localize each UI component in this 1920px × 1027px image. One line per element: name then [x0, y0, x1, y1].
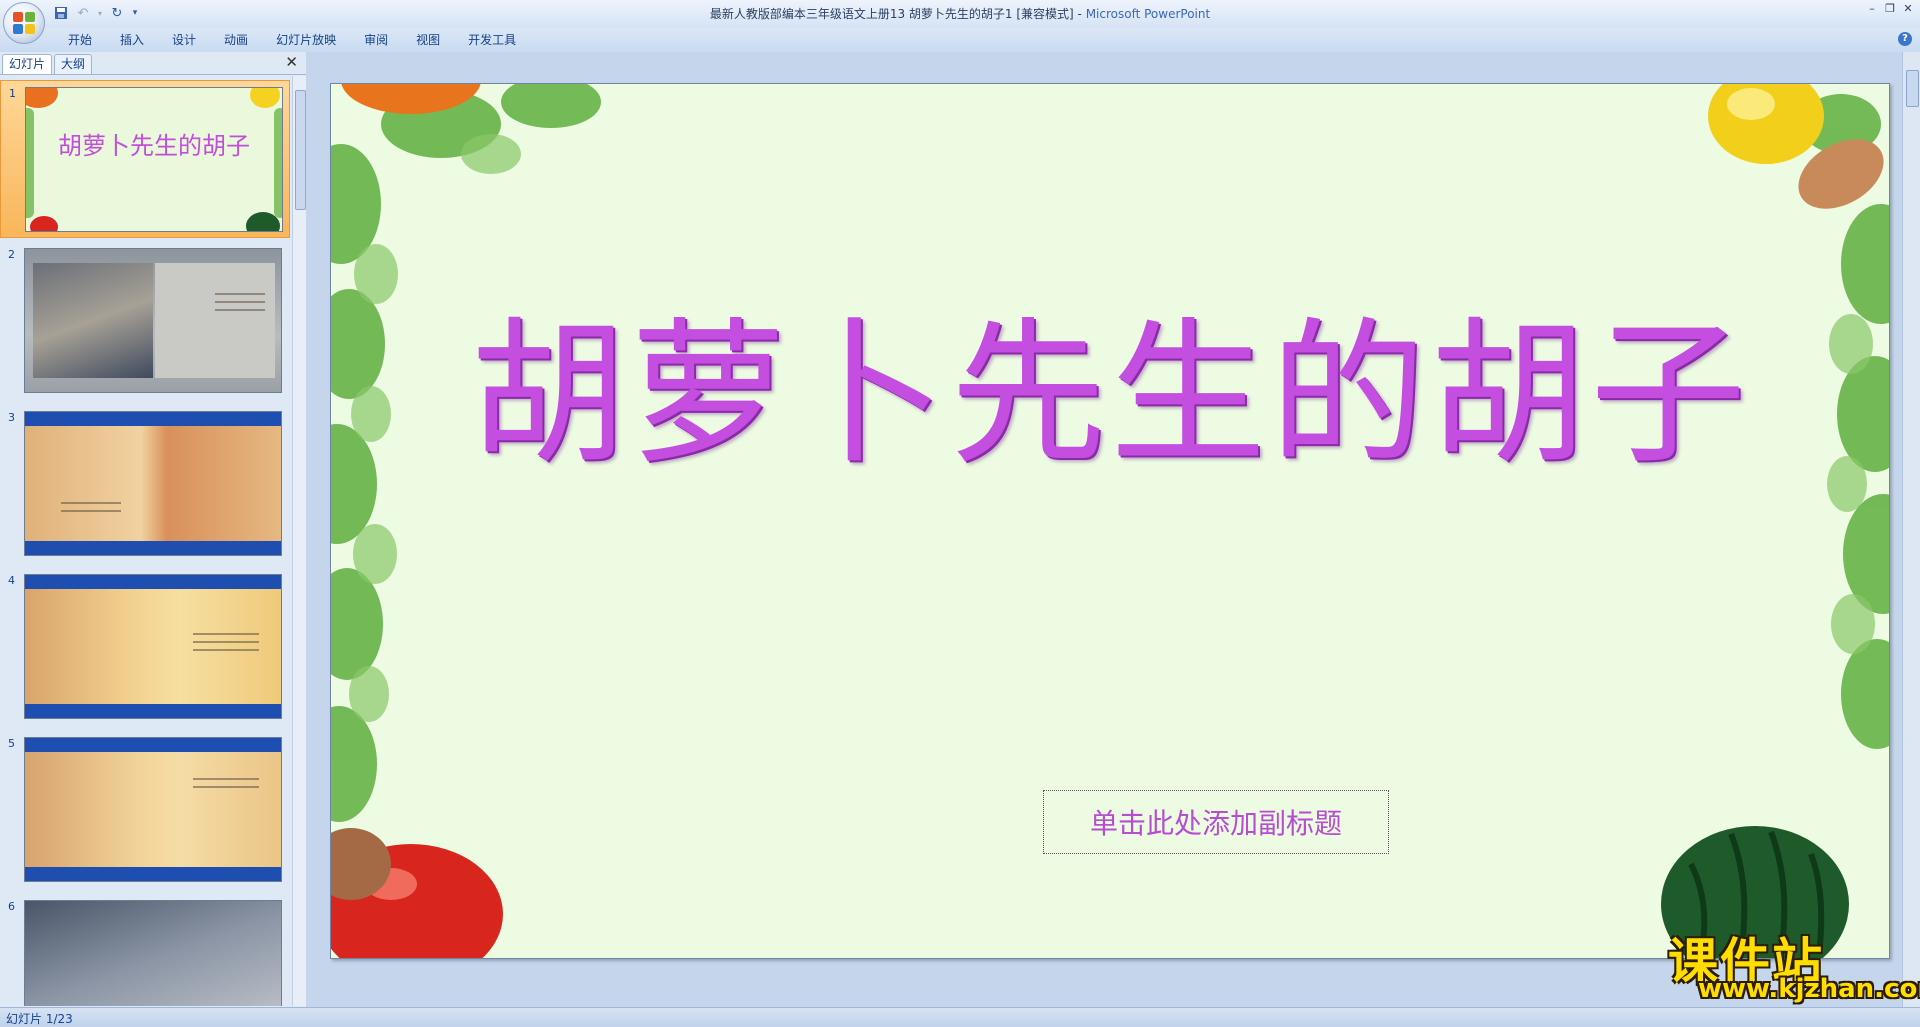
thumbnail-scrollbar[interactable]	[292, 76, 307, 1006]
slide-title[interactable]: 胡萝卜先生的胡子	[331, 304, 1889, 484]
text-line	[193, 786, 259, 788]
slide-number: 2	[8, 248, 15, 261]
title-separator: -	[1073, 7, 1086, 21]
watermark-logo: 课件站 www.kjzhan.com	[1668, 922, 1920, 1004]
current-slide[interactable]: 胡萝卜先生的胡子 单击此处添加副标题	[330, 83, 1890, 959]
slide-2-preview	[24, 248, 282, 393]
illustration-spread	[25, 589, 281, 704]
slide-4-preview	[24, 574, 282, 719]
window-title: 最新人教版部编本三年级语文上册13 胡萝卜先生的胡子1 [兼容模式] - Mic…	[0, 5, 1920, 22]
text-line	[61, 510, 121, 512]
tab-review[interactable]: 审阅	[350, 31, 402, 49]
tab-home[interactable]: 开始	[54, 31, 106, 49]
slide-thumbnail-6[interactable]: 6	[0, 894, 290, 1006]
text-line	[215, 301, 265, 303]
tab-animations[interactable]: 动画	[210, 31, 262, 49]
slide-editing-area: 胡萝卜先生的胡子 单击此处添加副标题	[306, 52, 1902, 1007]
tab-insert[interactable]: 插入	[106, 31, 158, 49]
tab-slides[interactable]: 幻灯片	[2, 54, 53, 74]
apple-decoration	[30, 216, 58, 231]
help-icon[interactable]: ?	[1898, 32, 1912, 46]
ribbon-tab-bar: 开始 插入 设计 动画 幻灯片放映 审阅 视图 开发工具 ?	[0, 28, 1920, 53]
illustration-spread	[25, 752, 281, 867]
right-leaves-decoration	[274, 108, 282, 218]
tab-view[interactable]: 视图	[402, 31, 454, 49]
subtitle-placeholder[interactable]: 单击此处添加副标题	[1043, 790, 1389, 854]
restore-icon[interactable]: ❐	[1882, 2, 1898, 16]
office-button[interactable]	[3, 2, 45, 44]
ribbon-tabs: 开始 插入 设计 动画 幻灯片放映 审阅 视图 开发工具	[54, 31, 530, 49]
minimize-icon[interactable]: –	[1864, 2, 1880, 16]
text-page	[155, 263, 275, 378]
tab-slideshow[interactable]: 幻灯片放映	[262, 31, 350, 49]
text-line	[193, 778, 259, 780]
slide-vertical-scrollbar[interactable]	[1902, 52, 1920, 1007]
slide-thumbnail-3[interactable]: 3	[0, 405, 290, 563]
slide-1-preview: 胡萝卜先生的胡子	[25, 87, 283, 232]
tab-outline[interactable]: 大纲	[54, 54, 93, 74]
watermelon-decoration	[246, 212, 280, 231]
slide-thumbnail-1[interactable]: 1 胡萝卜先生的胡子	[0, 80, 290, 238]
slide-3-preview	[24, 411, 282, 556]
document-title: 最新人教版部编本三年级语文上册13 胡萝卜先生的胡子1 [兼容模式]	[709, 7, 1074, 21]
slide-counter: 幻灯片 1/23	[6, 1012, 73, 1026]
status-bar: 幻灯片 1/23	[0, 1007, 1920, 1026]
close-window-icon[interactable]: ✕	[1900, 2, 1916, 16]
text-line	[215, 309, 265, 311]
lemon-decoration	[250, 88, 280, 108]
slide-number: 4	[8, 574, 15, 587]
left-leaves-decoration	[26, 108, 34, 218]
illustration-spread	[25, 426, 281, 541]
orange-decoration	[26, 88, 58, 108]
slide-6-preview	[24, 900, 282, 1006]
scroll-thumb[interactable]	[1906, 70, 1919, 107]
slides-pane: 幻灯片 大纲 ✕ 1 胡萝卜先生的胡子 2 3 4 5 6	[0, 52, 307, 1007]
text-line	[215, 293, 265, 295]
scroll-thumb[interactable]	[295, 90, 306, 210]
slide-thumbnail-2[interactable]: 2	[0, 242, 290, 400]
slide-thumbnail-list: 1 胡萝卜先生的胡子 2 3 4 5 6	[0, 76, 290, 1006]
text-line	[193, 641, 259, 643]
slide-number: 5	[8, 737, 15, 750]
tab-developer[interactable]: 开发工具	[454, 31, 530, 49]
close-pane-icon[interactable]: ✕	[285, 55, 298, 70]
title-bar: ↶ ▾ ↻ ▾ 最新人教版部编本三年级语文上册13 胡萝卜先生的胡子1 [兼容模…	[0, 0, 1920, 44]
slide-number: 6	[8, 900, 15, 913]
slide-thumbnail-5[interactable]: 5	[0, 731, 290, 889]
office-logo-icon	[13, 12, 35, 34]
text-line	[61, 502, 121, 504]
app-name: Microsoft PowerPoint	[1085, 7, 1211, 21]
slide-1-thumb-title: 胡萝卜先生的胡子	[58, 132, 250, 160]
watermark-url: www.kjzhan.com	[1698, 974, 1920, 1004]
illustration-page	[33, 263, 153, 378]
slide-5-preview	[24, 737, 282, 882]
slide-number: 3	[8, 411, 15, 424]
window-controls: – ❐ ✕	[1864, 2, 1916, 16]
slide-thumbnail-4[interactable]: 4	[0, 568, 290, 726]
text-line	[193, 633, 259, 635]
text-line	[193, 649, 259, 651]
tab-design[interactable]: 设计	[158, 31, 210, 49]
slide-number: 1	[9, 87, 16, 100]
pane-tabs: 幻灯片 大纲 ✕	[0, 52, 306, 75]
